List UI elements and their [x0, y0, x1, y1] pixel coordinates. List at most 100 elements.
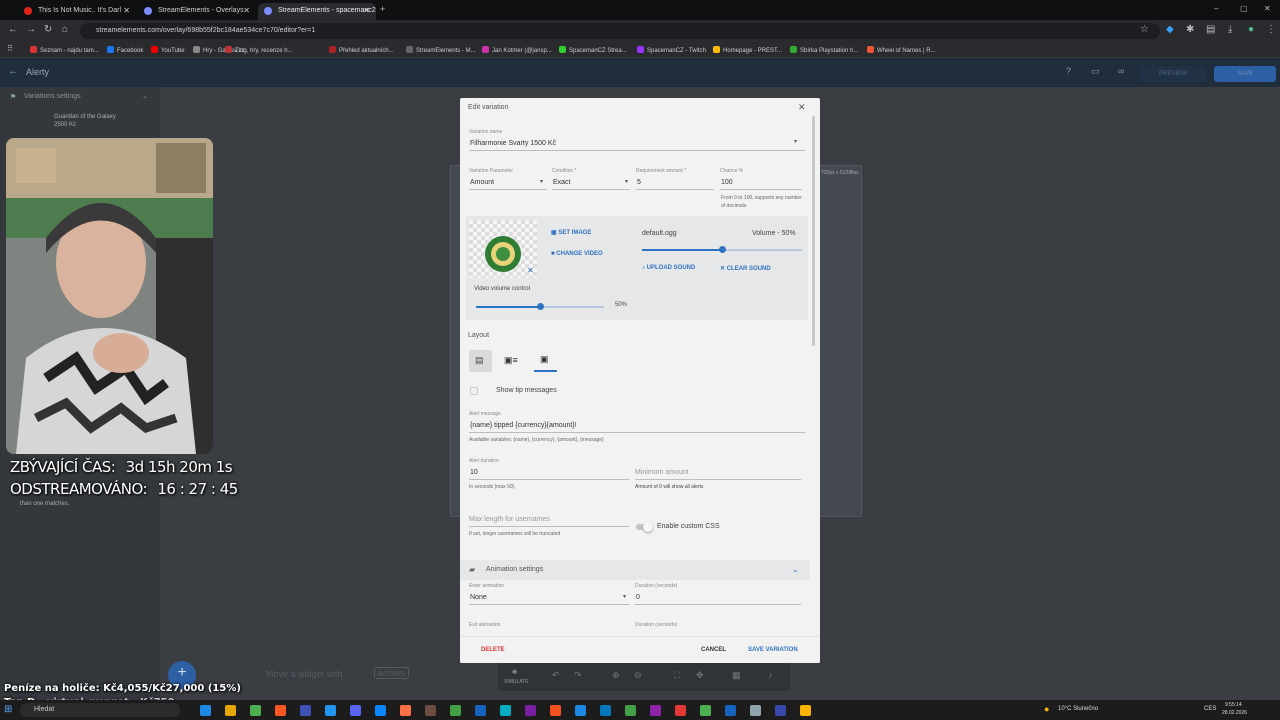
remove-image-icon[interactable]: ✕ [527, 266, 534, 275]
minimize-icon[interactable]: – [1214, 4, 1218, 13]
tab-editor[interactable]: StreamElements - spacemanc2 ✕ [258, 3, 376, 20]
link-icon[interactable]: ∞ [1118, 66, 1124, 76]
max-length-input[interactable]: Max length for usernames [469, 516, 550, 523]
alert-message-input[interactable]: {name} tipped {currency}{amount}! [470, 422, 577, 429]
simulate-icon[interactable]: ♣ [512, 667, 517, 676]
bookmark-item[interactable]: Zing, hry, recenze h... [225, 46, 293, 54]
maximize-icon[interactable]: ▢ [1240, 4, 1248, 13]
forward-icon[interactable]: → [26, 24, 36, 35]
set-image-button[interactable]: ▣ SET IMAGE [551, 229, 591, 236]
scrollbar[interactable] [812, 116, 815, 346]
duration-input[interactable]: 0 [636, 594, 640, 601]
sidebar-item[interactable]: Guardian of the Galaxy 2500 Kč [54, 113, 124, 129]
download-icon[interactable]: ⤓ [1228, 24, 1232, 35]
bookmark-item[interactable]: YouTube [151, 46, 185, 54]
clock-date[interactable]: 28.02.2026 [1222, 710, 1247, 716]
url-bar[interactable]: streamelements.com/overlay/698b55f2bc184… [80, 23, 1160, 39]
bookmark-item[interactable]: Sbírka Playstation h... [790, 46, 858, 54]
zoom-in-icon[interactable]: ⊕ [612, 670, 620, 681]
windows-start-icon[interactable]: ⊞ [4, 704, 12, 715]
close-icon[interactable]: ✕ [363, 6, 370, 15]
tab-overlays[interactable]: StreamElements - Overlays ✕ [138, 3, 256, 20]
bookmark-item[interactable]: SpacemanCZ Strea... [559, 46, 627, 54]
param-select[interactable]: Amount [470, 179, 494, 186]
requirement-input[interactable]: 5 [637, 179, 641, 186]
close-window-icon[interactable]: ✕ [1264, 4, 1271, 13]
bookmark-item[interactable]: Přehled aktualních... [329, 46, 394, 54]
cancel-button[interactable]: CANCEL [701, 647, 726, 653]
redo-icon[interactable]: ↷ [574, 670, 582, 681]
sound-icon[interactable]: ♪ [768, 670, 773, 680]
clock-time[interactable]: 9:55:14 [1225, 702, 1242, 708]
home-icon[interactable]: ⌂ [62, 24, 68, 35]
save-variation-button[interactable]: SAVE VARIATION [748, 647, 798, 653]
clear-sound-button[interactable]: ✕ CLEAR SOUND [720, 265, 771, 272]
menu-icon[interactable]: ⋮ [1266, 24, 1276, 35]
variation-name-select[interactable]: Filharmonie Svarty 1500 Kč [470, 140, 556, 147]
image-preview[interactable]: ✕ [469, 220, 537, 278]
preview-button[interactable]: PREVIEW [1140, 66, 1206, 82]
extension-icon[interactable]: ◆ [1166, 24, 1174, 35]
fit-icon[interactable]: ✥ [696, 670, 704, 681]
taskbar-app-icon[interactable] [550, 705, 561, 716]
taskbar-app-icon[interactable] [500, 705, 511, 716]
slider-handle[interactable] [537, 303, 544, 310]
bookmark-item[interactable]: Seznam - najdu tam... [30, 46, 99, 54]
undo-icon[interactable]: ↶ [552, 670, 560, 681]
close-icon[interactable]: ✕ [798, 102, 806, 113]
bookmark-item[interactable]: Facebook [107, 46, 143, 54]
taskbar-app-icon[interactable] [450, 705, 461, 716]
reload-icon[interactable]: ↻ [44, 24, 52, 35]
taskbar-search[interactable]: Hledat [20, 703, 180, 717]
close-icon[interactable]: ✕ [243, 6, 250, 15]
back-icon[interactable]: ← [8, 24, 18, 35]
enter-animation-select[interactable]: None [470, 594, 487, 601]
bookmark-item[interactable]: Wheel of Names | R... [867, 46, 936, 54]
close-icon[interactable]: ✕ [123, 6, 130, 15]
profile-icon[interactable]: ● [1248, 24, 1254, 35]
taskbar-app-icon[interactable] [300, 705, 311, 716]
change-video-button[interactable]: ■ CHANGE VIDEO [551, 251, 603, 257]
taskbar-app-icon[interactable] [225, 705, 236, 716]
save-button[interactable]: SAVE [1214, 66, 1276, 82]
bookmark-item[interactable]: StreamElements - M... [406, 46, 476, 54]
condition-select[interactable]: Exact [553, 179, 571, 186]
taskbar-app-icon[interactable] [725, 705, 736, 716]
bookmark-item[interactable]: SpacemanCZ - Twitch [637, 46, 706, 54]
taskbar-app-icon[interactable] [250, 705, 261, 716]
star-icon[interactable]: ☆ [1140, 24, 1149, 35]
bookmark-item[interactable]: Homepage - PREST... [713, 46, 782, 54]
show-tip-checkbox[interactable] [470, 387, 478, 395]
taskbar-app-icon[interactable] [625, 705, 636, 716]
chance-input[interactable]: 100 [721, 179, 733, 186]
grid-icon[interactable]: ▦ [732, 670, 741, 681]
apps-icon[interactable]: ⠿ [7, 44, 13, 53]
taskbar-app-icon[interactable] [400, 705, 411, 716]
fullscreen-icon[interactable]: ⛶ [674, 670, 680, 681]
video-volume-slider[interactable] [476, 303, 604, 310]
zoom-out-icon[interactable]: ⊖ [634, 670, 642, 681]
tab-youtube[interactable]: This Is Not Music.. It's Darl ✕ [18, 3, 136, 20]
min-amount-input[interactable]: Minimum amount [635, 469, 689, 476]
custom-css-toggle[interactable] [636, 522, 653, 532]
extensions-icon[interactable]: ✱ [1186, 24, 1194, 35]
taskbar-app-icon[interactable] [575, 705, 586, 716]
monitor-icon[interactable]: ▭ [1091, 66, 1100, 77]
delete-button[interactable]: DELETE [481, 647, 505, 653]
taskbar-app-icon[interactable] [525, 705, 536, 716]
taskbar-app-icon[interactable] [350, 705, 361, 716]
taskbar-app-icon[interactable] [275, 705, 286, 716]
taskbar-app-icon[interactable] [700, 705, 711, 716]
alert-duration-input[interactable]: 10 [470, 469, 478, 476]
chevron-down-icon[interactable]: ⌄ [142, 92, 148, 100]
weather-text[interactable]: 10°C Slunečno [1058, 706, 1098, 712]
bookmark-item[interactable]: Jan Kotmer (@jansp... [482, 46, 552, 54]
taskbar-app-icon[interactable] [675, 705, 686, 716]
layout-option-top[interactable]: ▤ [469, 350, 492, 372]
taskbar-app-icon[interactable] [750, 705, 761, 716]
new-tab-icon[interactable]: + [380, 4, 385, 14]
taskbar-app-icon[interactable] [775, 705, 786, 716]
layout-option-left[interactable]: ▣≡ [502, 350, 525, 372]
taskbar-app-icon[interactable] [600, 705, 611, 716]
taskbar-app-icon[interactable] [375, 705, 386, 716]
